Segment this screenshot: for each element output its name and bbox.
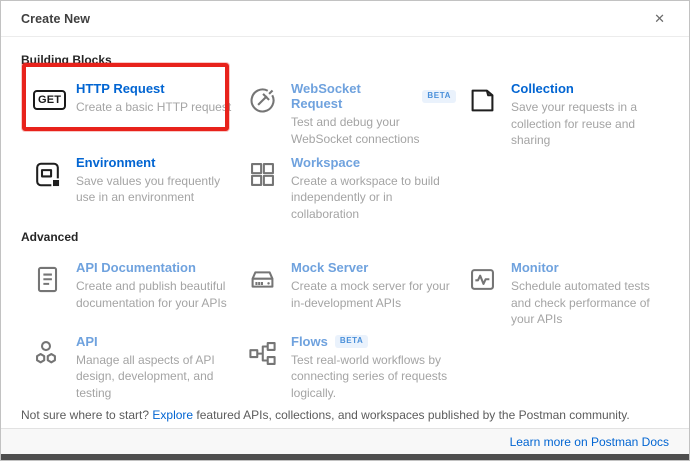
item-title: Mock Server <box>291 260 368 275</box>
section-label-building-blocks: Building Blocks <box>21 53 669 67</box>
section-label-advanced: Advanced <box>21 230 669 244</box>
beta-badge: BETA <box>335 335 369 348</box>
websocket-icon <box>246 81 291 149</box>
item-desc: Create a basic HTTP request <box>76 99 231 116</box>
explore-link[interactable]: Explore <box>152 408 193 422</box>
hint-suffix: featured APIs, collections, and workspac… <box>193 408 630 422</box>
postman-docs-link[interactable]: Learn more on Postman Docs <box>510 435 669 449</box>
item-environment[interactable]: Environment Save values you frequently u… <box>21 149 236 223</box>
item-desc: Schedule automated tests and check perfo… <box>511 278 669 328</box>
item-monitor[interactable]: Monitor Schedule automated tests and che… <box>456 254 669 328</box>
item-title: Collection <box>511 81 574 96</box>
dialog-header: Create New ✕ <box>1 1 689 37</box>
dialog-footer: Learn more on Postman Docs <box>1 428 689 454</box>
workspace-icon <box>246 155 291 223</box>
item-title: API Documentation <box>76 260 196 275</box>
item-title: Monitor <box>511 260 559 275</box>
collection-icon <box>466 81 511 149</box>
item-desc: Create a mock server for your in-develop… <box>291 278 456 311</box>
advanced-grid: API Documentation Create and publish bea… <box>21 254 669 401</box>
api-icon <box>31 334 76 402</box>
flows-icon <box>246 334 291 402</box>
window-bottom-edge <box>1 454 689 460</box>
environment-icon <box>31 155 76 223</box>
mock-server-icon <box>246 260 291 328</box>
item-title: Flows <box>291 334 328 349</box>
item-desc: Save your requests in a collection for r… <box>511 99 669 149</box>
item-title: HTTP Request <box>76 81 165 96</box>
item-http-request[interactable]: GET HTTP Request Create a basic HTTP req… <box>21 75 236 149</box>
item-desc: Create a workspace to build independentl… <box>291 173 456 223</box>
item-workspace[interactable]: Workspace Create a workspace to build in… <box>236 149 456 223</box>
starter-hint: Not sure where to start? Explore feature… <box>21 408 669 422</box>
item-title: Environment <box>76 155 155 170</box>
http-get-icon: GET <box>31 81 76 149</box>
item-desc: Manage all aspects of API design, develo… <box>76 352 236 402</box>
beta-badge: BETA <box>422 90 456 103</box>
item-title: Workspace <box>291 155 360 170</box>
item-collection[interactable]: Collection Save your requests in a colle… <box>456 75 669 149</box>
dialog-title: Create New <box>21 12 90 26</box>
item-title: WebSocket Request <box>291 81 415 111</box>
item-desc: Test real-world workflows by connecting … <box>291 352 456 402</box>
item-api-documentation[interactable]: API Documentation Create and publish bea… <box>21 254 236 328</box>
item-flows[interactable]: Flows BETA Test real-world workflows by … <box>236 328 456 402</box>
dialog-body: Building Blocks GET HTTP Request Create … <box>1 37 689 422</box>
create-new-dialog: Create New ✕ Building Blocks GET HTTP Re… <box>0 0 690 461</box>
item-desc: Save values you frequently use in an env… <box>76 173 236 206</box>
close-icon[interactable]: ✕ <box>650 8 669 29</box>
monitor-icon <box>466 260 511 328</box>
item-desc: Test and debug your WebSocket connection… <box>291 114 456 147</box>
item-websocket-request[interactable]: WebSocket Request BETA Test and debug yo… <box>236 75 456 149</box>
item-mock-server[interactable]: Mock Server Create a mock server for you… <box>236 254 456 328</box>
api-documentation-icon <box>31 260 76 328</box>
hint-prefix: Not sure where to start? <box>21 408 152 422</box>
item-desc: Create and publish beautiful documentati… <box>76 278 236 311</box>
building-blocks-grid: GET HTTP Request Create a basic HTTP req… <box>21 75 669 222</box>
item-title: API <box>76 334 98 349</box>
item-api[interactable]: API Manage all aspects of API design, de… <box>21 328 236 402</box>
